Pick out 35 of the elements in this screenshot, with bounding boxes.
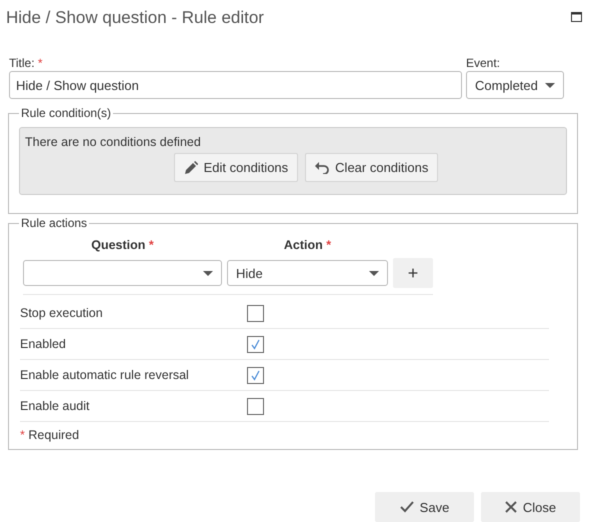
clear-conditions-button[interactable]: Clear conditions <box>305 153 438 182</box>
empty-message: There are no conditions defined <box>25 135 202 149</box>
required-note: * Required <box>20 428 80 442</box>
option-label: Enabled <box>20 337 67 351</box>
add-button[interactable]: + <box>393 258 433 288</box>
option-label: Enable automatic rule reversal <box>20 368 190 382</box>
pencil-icon <box>184 160 198 174</box>
checkbox[interactable] <box>247 336 264 352</box>
window-title: Hide / Show question - Rule editor <box>6 8 264 28</box>
caret-icon <box>369 270 379 276</box>
field-label: Event: <box>466 56 502 70</box>
maximize-icon[interactable] <box>571 12 582 22</box>
option-label: Enable audit <box>20 399 91 413</box>
edit-conditions-button[interactable]: Edit conditions <box>174 153 298 182</box>
undo-icon <box>315 162 330 174</box>
checkbox[interactable] <box>247 398 264 414</box>
field-label: Title: * <box>9 56 44 70</box>
checkbox[interactable] <box>247 366 264 384</box>
section-legend: Rule actions <box>19 216 90 230</box>
caret-icon <box>203 270 213 276</box>
close-button[interactable]: Close <box>481 492 580 522</box>
checkmark-icon <box>250 370 261 380</box>
checkmark-icon <box>250 338 261 350</box>
event-dropdown[interactable]: Completed <box>466 71 564 99</box>
column-header: Action * <box>282 237 332 254</box>
close-icon <box>504 501 517 513</box>
title-input[interactable]: Hide / Show question <box>9 71 462 99</box>
column-header: Question * <box>90 237 155 254</box>
action-dropdown[interactable]: Hide <box>227 260 388 286</box>
checkmark-icon <box>400 501 414 513</box>
caret-icon <box>545 82 555 88</box>
save-button[interactable]: Save <box>375 492 474 522</box>
option-label: Stop execution <box>20 306 104 320</box>
checkbox[interactable] <box>247 304 264 322</box>
section-legend: Rule condition(s) <box>19 106 114 120</box>
